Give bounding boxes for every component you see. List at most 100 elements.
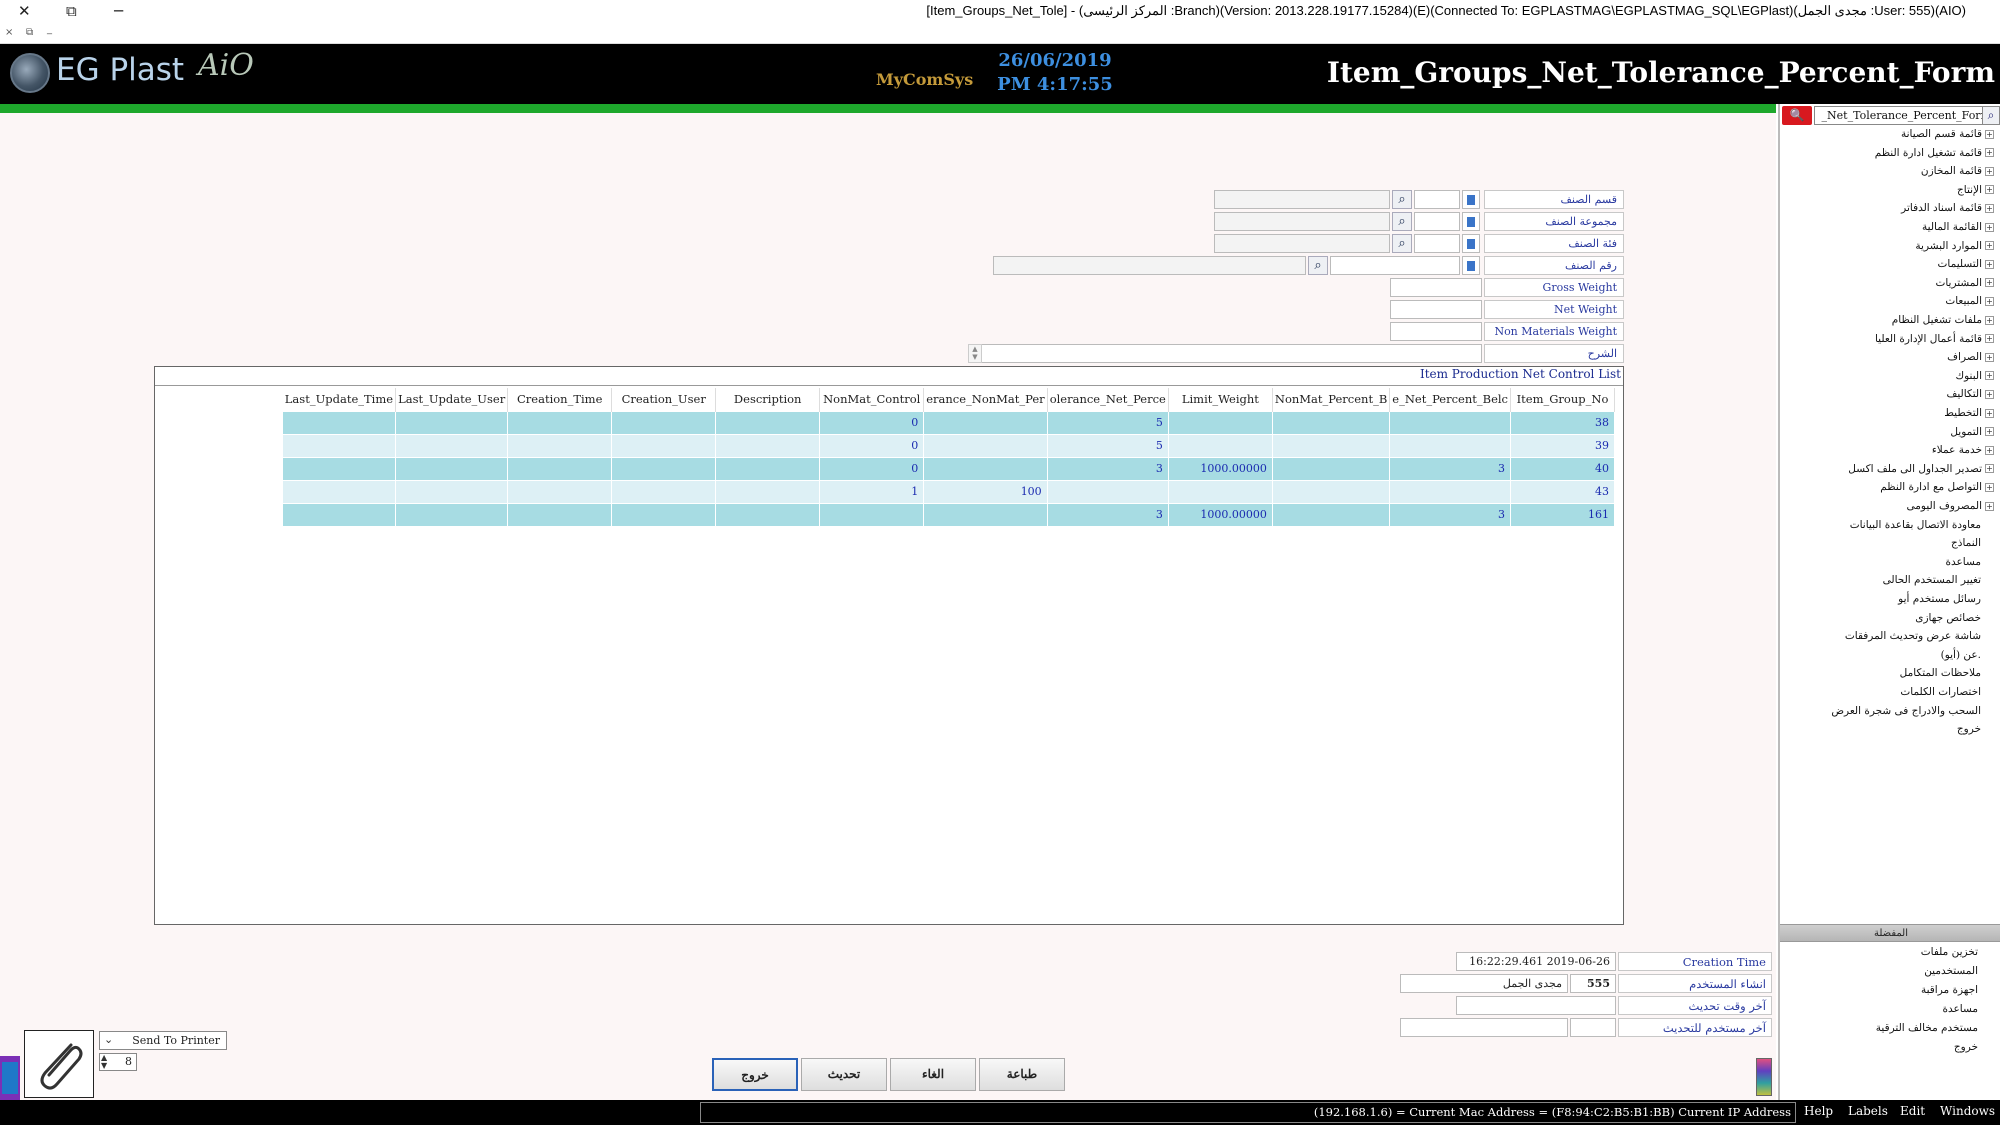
subwindow-minimize-icon[interactable]: _	[47, 24, 52, 35]
table-cell[interactable]: 5	[1046, 433, 1169, 458]
table-cell[interactable]	[507, 456, 613, 481]
table-cell[interactable]	[923, 456, 1048, 481]
tree-item[interactable]: التكاليف +	[1946, 388, 1994, 406]
expand-icon[interactable]: +	[1985, 482, 1994, 492]
tree-item[interactable]: المبيعات +	[1945, 295, 1994, 313]
item-no-input[interactable]	[1330, 256, 1460, 275]
tree-item[interactable]: التمويل +	[1950, 426, 1994, 444]
expand-icon[interactable]: +	[1985, 501, 1994, 511]
section-code-input[interactable]	[1414, 190, 1460, 209]
group-pick-button[interactable]	[1462, 212, 1480, 231]
item-no-search-icon[interactable]: ⌕	[1308, 256, 1328, 275]
favorite-item[interactable]: اجهزة مراقبة	[1921, 984, 1978, 1002]
group-code-input[interactable]	[1414, 212, 1460, 231]
stepper-arrows-icon[interactable]: ▲ ▼	[101, 1054, 107, 1070]
table-cell[interactable]	[282, 502, 397, 527]
table-cell[interactable]	[923, 410, 1048, 435]
tree-item[interactable]: الإنتاج +	[1957, 184, 1994, 202]
item-no-pick-button[interactable]	[1462, 256, 1480, 275]
tree-item[interactable]: القائمة المالية +	[1922, 221, 1994, 239]
expand-icon[interactable]: +	[1985, 259, 1994, 269]
table-cell[interactable]: 1	[819, 479, 925, 504]
tree-item[interactable]: معاودة الاتصال بقاعدة البيانات	[1850, 519, 1981, 537]
table-cell[interactable]	[611, 456, 717, 481]
favorite-item[interactable]: المستخدمين	[1924, 965, 1978, 983]
expand-icon[interactable]: +	[1985, 352, 1994, 362]
table-cell[interactable]	[715, 456, 821, 481]
group-search-icon[interactable]: ⌕	[1392, 212, 1412, 231]
table-cell[interactable]	[1389, 433, 1511, 458]
tree-item[interactable]: خصائص جهازى	[1915, 612, 1981, 630]
table-cell[interactable]	[282, 479, 397, 504]
grid-column-header[interactable]: Creation_Time	[507, 388, 613, 411]
table-cell[interactable]	[1167, 433, 1273, 458]
expand-icon[interactable]: +	[1985, 445, 1994, 455]
tree-item[interactable]: ملفات تشغيل النظام +	[1892, 314, 1994, 332]
favorite-item[interactable]: مساعدة	[1943, 1003, 1978, 1021]
table-cell[interactable]	[507, 410, 613, 435]
category-search-icon[interactable]: ⌕	[1392, 234, 1412, 253]
table-cell[interactable]	[611, 410, 717, 435]
table-cell[interactable]	[1167, 410, 1273, 435]
tree-item[interactable]: السحب والادراج فى شجرة العرض	[1831, 705, 1981, 723]
tree-item[interactable]: المشتريات +	[1935, 277, 1994, 295]
table-cell[interactable]	[395, 410, 509, 435]
description-input[interactable]	[968, 344, 1482, 363]
table-cell[interactable]	[1167, 479, 1273, 504]
table-cell[interactable]	[507, 433, 613, 458]
subwindow-close-icon[interactable]: ×	[5, 27, 13, 38]
tree-item[interactable]: المصروف اليومى +	[1907, 500, 1994, 518]
table-cell[interactable]	[395, 479, 509, 504]
grid-column-header[interactable]: Last_Update_User	[395, 388, 509, 411]
tree-item[interactable]: قائمة تشغيل ادارة النظم +	[1875, 147, 1994, 165]
tree-item[interactable]: قائمة قسم الصيانة +	[1901, 128, 1994, 146]
grid-column-header[interactable]: NonMat_Percent_B	[1272, 388, 1391, 411]
table-cell[interactable]	[611, 433, 717, 458]
cancel-button[interactable]: الغاء	[890, 1058, 976, 1091]
tree-item[interactable]: الصراف +	[1947, 351, 1994, 369]
table-cell[interactable]: 161	[1510, 502, 1615, 527]
tree-item[interactable]: التخطيط +	[1944, 407, 1994, 425]
table-cell[interactable]	[611, 502, 717, 527]
table-cell[interactable]: 0	[819, 410, 925, 435]
table-cell[interactable]	[923, 433, 1048, 458]
table-cell[interactable]	[1389, 410, 1511, 435]
attachments-button[interactable]	[24, 1030, 94, 1098]
color-palette-icon[interactable]	[1756, 1058, 1772, 1096]
minimize-icon[interactable]: ─	[114, 2, 123, 20]
table-cell[interactable]: 3	[1389, 502, 1511, 527]
grid-column-header[interactable]: Item_Group_No	[1510, 388, 1615, 411]
tree-item[interactable]: الموارد البشرية +	[1915, 240, 1994, 258]
description-scroll[interactable]: ▲ ▼	[968, 344, 982, 363]
table-cell[interactable]	[282, 433, 397, 458]
expand-icon[interactable]: +	[1985, 185, 1994, 195]
table-cell[interactable]: 38	[1510, 410, 1615, 435]
table-cell[interactable]	[507, 502, 613, 527]
tree-item[interactable]: البنوك +	[1955, 370, 1994, 388]
table-cell[interactable]	[1271, 410, 1391, 435]
expand-icon[interactable]: +	[1985, 166, 1994, 176]
expand-icon[interactable]: +	[1985, 408, 1994, 418]
table-cell[interactable]	[1271, 433, 1391, 458]
tree-item[interactable]: خروج	[1957, 723, 1981, 741]
print-mode-select[interactable]: ⌄ Send To Printer	[99, 1031, 227, 1050]
table-cell[interactable]	[715, 502, 821, 527]
table-cell[interactable]	[715, 410, 821, 435]
grid-column-header[interactable]: Creation_User	[611, 388, 717, 411]
section-pick-button[interactable]	[1462, 190, 1480, 209]
favorite-item[interactable]: تخزين ملفات	[1921, 946, 1978, 964]
net-weight-input[interactable]	[1390, 300, 1482, 319]
expand-icon[interactable]: +	[1985, 296, 1994, 306]
expand-icon[interactable]: +	[1985, 148, 1994, 158]
table-row[interactable]: 0 3 1000.00000 3 40	[282, 456, 1615, 481]
menu-help[interactable]: Help	[1804, 1104, 1833, 1118]
table-cell[interactable]	[1389, 479, 1511, 504]
grid-column-header[interactable]: NonMat_Control	[819, 388, 925, 411]
tree-item[interactable]: مساعدة	[1946, 556, 1981, 574]
tree-item[interactable]: عن (أيو).	[1941, 649, 1981, 667]
expand-icon[interactable]: +	[1985, 427, 1994, 437]
expand-icon[interactable]: +	[1985, 389, 1994, 399]
tree-item[interactable]: رسائل مستخدم أيو	[1898, 593, 1981, 611]
table-row[interactable]: 1 100 43	[282, 479, 1615, 504]
table-cell[interactable]	[1271, 502, 1391, 527]
